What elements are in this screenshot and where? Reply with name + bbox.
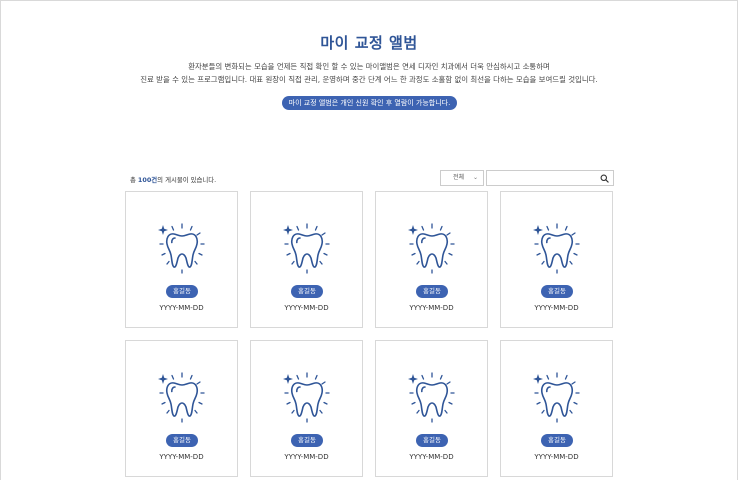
album-date: YYYY-MM-DD	[534, 453, 579, 461]
page-title: 마이 교정 앨범	[320, 34, 418, 52]
patient-name-badge: 홍길동	[291, 285, 323, 298]
patient-name-badge: 홍길동	[541, 285, 573, 298]
page-description: 환자분들의 변화되는 모습을 언제든 직접 확인 할 수 있는 마이앨범은 연세…	[0, 60, 738, 86]
patient-name-badge: 홍길동	[166, 285, 198, 298]
search-box	[486, 170, 614, 186]
patient-name-badge: 홍길동	[541, 434, 573, 447]
album-date: YYYY-MM-DD	[159, 304, 204, 312]
album-date: YYYY-MM-DD	[284, 453, 329, 461]
album-date: YYYY-MM-DD	[534, 304, 579, 312]
album-card[interactable]: 홍길동 YYYY-MM-DD	[250, 191, 363, 328]
album-card[interactable]: 홍길동 YYYY-MM-DD	[375, 340, 488, 477]
filter-select-value: 전체	[453, 174, 465, 181]
album-card[interactable]: 홍길동 YYYY-MM-DD	[250, 340, 363, 477]
album-card[interactable]: 홍길동 YYYY-MM-DD	[125, 191, 238, 328]
search-icon[interactable]	[600, 174, 609, 183]
tooth-icon	[408, 223, 455, 274]
tooth-icon	[408, 372, 455, 423]
album-date: YYYY-MM-DD	[409, 304, 454, 312]
description-line-1: 환자분들의 변화되는 모습을 언제든 직접 확인 할 수 있는 마이앨범은 연세…	[188, 62, 550, 71]
patient-name-badge: 홍길동	[166, 434, 198, 447]
post-count-number: 100건	[137, 176, 158, 184]
tooth-icon	[158, 223, 205, 274]
patient-name-badge: 홍길동	[291, 434, 323, 447]
album-date: YYYY-MM-DD	[409, 453, 454, 461]
album-card[interactable]: 홍길동 YYYY-MM-DD	[500, 340, 613, 477]
post-count: 총 100건의 게시물이 있습니다.	[130, 175, 216, 184]
tooth-icon	[283, 223, 330, 274]
chevron-down-icon: ⌄	[472, 174, 478, 181]
album-date: YYYY-MM-DD	[284, 304, 329, 312]
post-count-suffix: 의 게시물이 있습니다.	[157, 176, 217, 184]
tooth-icon	[533, 223, 580, 274]
notice-pill: 마이 교정 앨범은 개인 신원 확인 후 열람이 가능합니다.	[282, 96, 457, 110]
album-date: YYYY-MM-DD	[159, 453, 204, 461]
post-count-prefix: 총	[130, 176, 138, 184]
tooth-icon	[158, 372, 205, 423]
tooth-icon	[283, 372, 330, 423]
filter-select[interactable]: 전체 ⌄	[440, 170, 484, 186]
album-card[interactable]: 홍길동 YYYY-MM-DD	[125, 340, 238, 477]
album-card[interactable]: 홍길동 YYYY-MM-DD	[375, 191, 488, 328]
search-input[interactable]	[489, 172, 597, 184]
description-line-2: 진료 받을 수 있는 프로그램입니다. 대표 원장이 직접 관리, 운영하며 중…	[140, 75, 598, 84]
patient-name-badge: 홍길동	[416, 434, 448, 447]
album-card[interactable]: 홍길동 YYYY-MM-DD	[500, 191, 613, 328]
patient-name-badge: 홍길동	[416, 285, 448, 298]
tooth-icon	[533, 372, 580, 423]
